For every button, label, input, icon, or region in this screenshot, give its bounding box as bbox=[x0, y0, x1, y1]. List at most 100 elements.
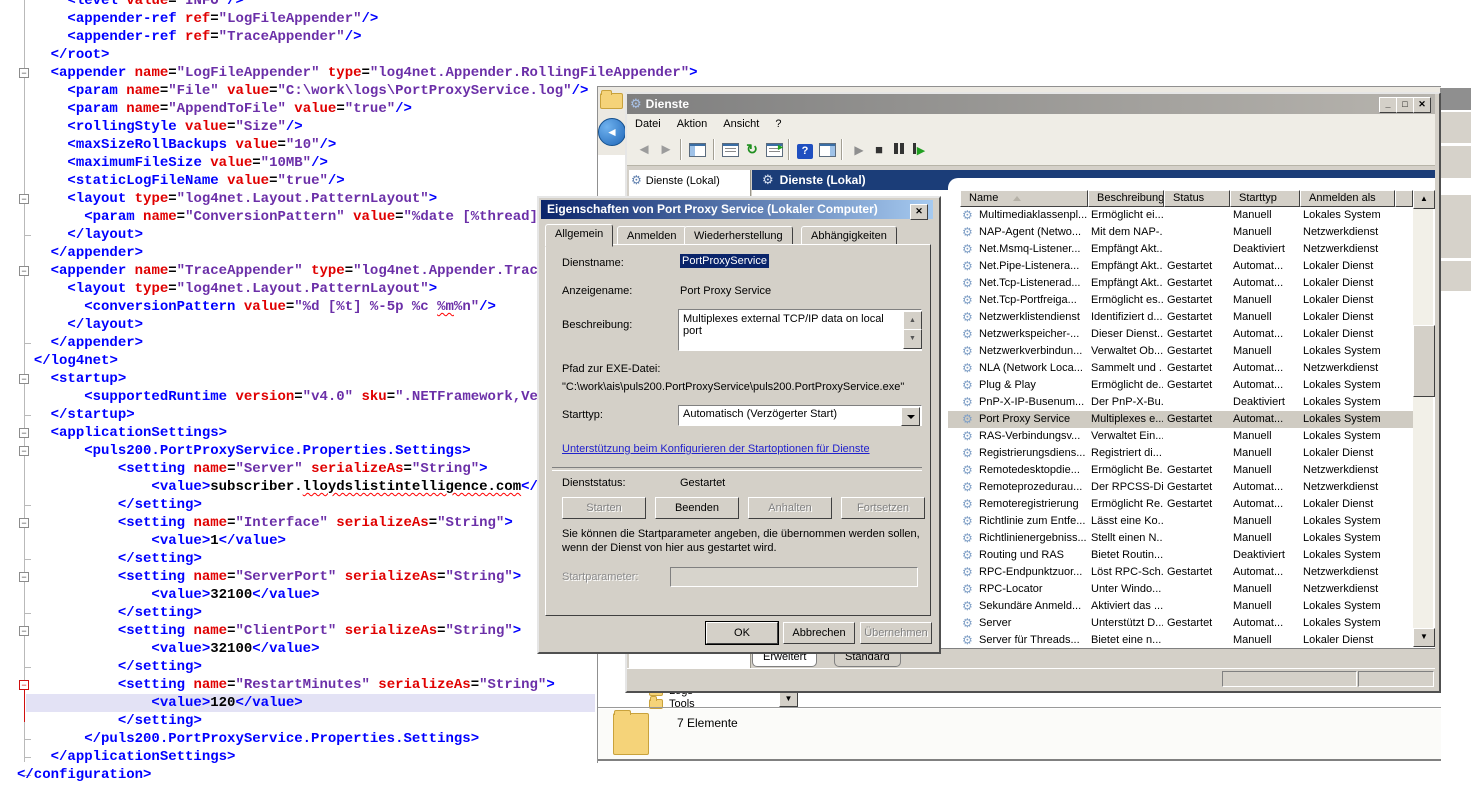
explorer-details-pane: 7 Elemente bbox=[598, 709, 1441, 759]
service-row[interactable]: ⚙Net.Msmq-Listener...Empfängt Akt...Deak… bbox=[948, 241, 1413, 258]
startup-options-help-link[interactable]: Unterstützung beim Konfigurieren der Sta… bbox=[562, 443, 870, 455]
service-row[interactable]: ⚙Routing und RASBietet Routin...Deaktivi… bbox=[948, 547, 1413, 564]
item-count-label: 7 Elemente bbox=[677, 716, 738, 730]
sort-ascending-icon bbox=[1013, 196, 1021, 201]
service-gear-icon: ⚙ bbox=[962, 633, 973, 648]
cell-start: Manuell bbox=[1233, 446, 1299, 461]
service-row[interactable]: ⚙NetzwerklistendienstIdentifiziert d...G… bbox=[948, 309, 1413, 326]
service-gear-icon: ⚙ bbox=[962, 480, 973, 495]
service-row-selected[interactable]: ⚙Port Proxy ServiceMultiplexes e...Gesta… bbox=[948, 411, 1413, 428]
tab-anmelden[interactable]: Anmelden bbox=[617, 226, 687, 246]
description-field[interactable]: Multiplexes external TCP/IP data on loca… bbox=[678, 309, 922, 351]
dialog-titlebar[interactable]: Eigenschaften von Port Proxy Service (Lo… bbox=[541, 200, 933, 219]
service-row[interactable]: ⚙Remoteprozedurau...Der RPCSS-Di...Gesta… bbox=[948, 479, 1413, 496]
service-row[interactable]: ⚙Server für Threads...Bietet eine n...Ma… bbox=[948, 632, 1413, 648]
ok-button[interactable]: OK bbox=[706, 622, 778, 644]
service-name-value[interactable]: PortProxyService bbox=[680, 255, 769, 267]
close-icon[interactable]: ✕ bbox=[910, 204, 928, 220]
service-row[interactable]: ⚙ServerUnterstützt D...GestartetAutomat.… bbox=[948, 615, 1413, 632]
help-icon[interactable]: ? bbox=[795, 139, 815, 160]
service-row[interactable]: ⚙Netzwerkspeicher-...Dieser Dienst...Ges… bbox=[948, 326, 1413, 343]
service-row[interactable]: ⚙Net.Tcp-Portfreiga...Ermöglicht es...Ge… bbox=[948, 292, 1413, 309]
code-line: <applicationSettings> bbox=[17, 424, 227, 442]
service-row[interactable]: ⚙RemoteregistrierungErmöglicht Re...Gest… bbox=[948, 496, 1413, 513]
code-line: </setting> bbox=[17, 604, 202, 622]
cell-desc: Unterstützt D... bbox=[1091, 616, 1163, 631]
cell-start: Manuell bbox=[1233, 599, 1299, 614]
scroll-up-icon[interactable]: ▲ bbox=[1413, 190, 1435, 209]
scroll-down-icon[interactable]: ▼ bbox=[903, 329, 922, 349]
show-console-tree-icon[interactable] bbox=[687, 139, 707, 160]
service-gear-icon: ⚙ bbox=[962, 378, 973, 393]
services-list[interactable]: NameBeschreibungStatusStarttypAnmelden a… bbox=[948, 178, 1435, 648]
start-params-input[interactable] bbox=[670, 567, 918, 587]
tree-root-item[interactable]: ⚙Dienste (Lokal) bbox=[631, 173, 720, 187]
cell-desc: Identifiziert d... bbox=[1091, 310, 1163, 325]
action-pane-icon[interactable] bbox=[817, 139, 837, 160]
service-gear-icon: ⚙ bbox=[962, 412, 973, 427]
properties-icon[interactable] bbox=[720, 139, 740, 160]
scroll-up-icon[interactable]: ▲ bbox=[903, 311, 922, 331]
column-header-anmelden-als[interactable]: Anmelden als bbox=[1300, 190, 1395, 207]
abbrechen-button[interactable]: Abbrechen bbox=[783, 622, 855, 644]
scrollbar-thumb[interactable] bbox=[1413, 325, 1435, 397]
service-row[interactable]: ⚙RPC-LocatorUnter Windo...ManuellNetzwer… bbox=[948, 581, 1413, 598]
services-titlebar[interactable]: ⚙Dienste _ □ ✕ bbox=[627, 94, 1435, 114]
menu-item-view[interactable]: Ansicht bbox=[715, 114, 767, 135]
column-header-starttyp[interactable]: Starttyp bbox=[1230, 190, 1300, 207]
service-row[interactable]: ⚙Netzwerkverbindun...Verwaltet Ob...Gest… bbox=[948, 343, 1413, 360]
cell-logon: Netzwerkdienst bbox=[1303, 582, 1411, 597]
beenden-button[interactable]: Beenden bbox=[655, 497, 739, 519]
tab-abhängigkeiten[interactable]: Abhängigkeiten bbox=[801, 226, 897, 246]
back-icon[interactable]: ◄ bbox=[634, 139, 654, 160]
cell-start: Automat... bbox=[1233, 259, 1299, 274]
cell-desc: Der RPCSS-Di... bbox=[1091, 480, 1163, 495]
service-row[interactable]: ⚙Plug & PlayErmöglicht de...GestartetAut… bbox=[948, 377, 1413, 394]
vertical-scrollbar[interactable]: ▲ ▼ bbox=[1413, 190, 1433, 647]
service-row[interactable]: ⚙Multimediaklassenpl...Ermöglicht ei...M… bbox=[948, 207, 1413, 224]
service-row[interactable]: ⚙RAS-Verbindungsv...Verwaltet Ein...Manu… bbox=[948, 428, 1413, 445]
cell-logon: Lokales System bbox=[1303, 412, 1411, 427]
service-name-label: Dienstname: bbox=[562, 257, 624, 269]
start-service-icon[interactable]: ▶ bbox=[849, 139, 869, 160]
menu-item-file[interactable]: Datei bbox=[627, 114, 669, 135]
minimize-button[interactable]: _ bbox=[1379, 97, 1397, 113]
column-header-beschreibung[interactable]: Beschreibung bbox=[1088, 190, 1164, 207]
dropdown-arrow-icon[interactable]: ▼ bbox=[779, 691, 798, 707]
service-row[interactable]: ⚙Registrierungsdiens...Registriert di...… bbox=[948, 445, 1413, 462]
service-row[interactable]: ⚙NAP-Agent (Netwo...Mit dem NAP-...Manue… bbox=[948, 224, 1413, 241]
description-scrollbar[interactable]: ▲ ▼ bbox=[903, 311, 920, 349]
refresh-icon[interactable]: ↻ bbox=[742, 139, 762, 160]
stop-service-icon[interactable]: ■ bbox=[869, 139, 889, 160]
menu-item-help[interactable]: ? bbox=[767, 114, 789, 135]
service-row[interactable]: ⚙PnP-X-IP-Busenum...Der PnP-X-Bu...Deakt… bbox=[948, 394, 1413, 411]
pause-service-icon[interactable] bbox=[889, 139, 909, 160]
code-line: <appender-ref ref="TraceAppender"/> bbox=[17, 28, 362, 46]
scroll-down-icon[interactable]: ▼ bbox=[1413, 628, 1435, 647]
forward-icon[interactable]: ► bbox=[656, 139, 676, 160]
cell-desc: Ermöglicht ei... bbox=[1091, 208, 1163, 223]
menu-item-action[interactable]: Aktion bbox=[669, 114, 716, 135]
service-row[interactable]: ⚙Sekundäre Anmeld...Aktiviert das ...Man… bbox=[948, 598, 1413, 615]
startup-type-combobox[interactable]: Automatisch (Verzögerter Start) bbox=[678, 405, 922, 426]
service-row[interactable]: ⚙Net.Tcp-Listenerad...Empfängt Akt...Ges… bbox=[948, 275, 1413, 292]
service-row[interactable]: ⚙Richtlinie zum Entfe...Lässt eine Ko...… bbox=[948, 513, 1413, 530]
tab-wiederherstellung[interactable]: Wiederherstellung bbox=[684, 226, 793, 246]
maximize-button[interactable]: □ bbox=[1396, 97, 1414, 113]
service-row[interactable]: ⚙NLA (Network Loca...Sammelt und ...Gest… bbox=[948, 360, 1413, 377]
column-header-status[interactable]: Status bbox=[1164, 190, 1230, 207]
close-button[interactable]: ✕ bbox=[1413, 97, 1431, 113]
export-list-icon[interactable]: ► bbox=[764, 139, 784, 160]
back-button[interactable]: ◄ bbox=[598, 118, 626, 146]
restart-service-icon[interactable]: ▶ bbox=[909, 139, 929, 160]
tab-allgemein[interactable]: Allgemein bbox=[545, 224, 613, 247]
service-row[interactable]: ⚙RPC-Endpunktzuor...Löst RPC-Sch...Gesta… bbox=[948, 564, 1413, 581]
cell-logon: Lokaler Dienst bbox=[1303, 497, 1411, 512]
code-line: <value>subscriber.lloydslistintelligence… bbox=[17, 478, 572, 496]
service-row[interactable]: ⚙Net.Pipe-Listenera...Empfängt Akt...Ges… bbox=[948, 258, 1413, 275]
column-header-name[interactable]: Name bbox=[960, 190, 1088, 207]
service-row[interactable]: ⚙Richtlinienergebniss...Stellt einen N..… bbox=[948, 530, 1413, 547]
service-row[interactable]: ⚙Remotedesktopdie...Ermöglicht Be...Gest… bbox=[948, 462, 1413, 479]
chevron-down-icon[interactable] bbox=[901, 407, 920, 426]
exe-path-label: Pfad zur EXE-Datei: bbox=[562, 363, 660, 375]
